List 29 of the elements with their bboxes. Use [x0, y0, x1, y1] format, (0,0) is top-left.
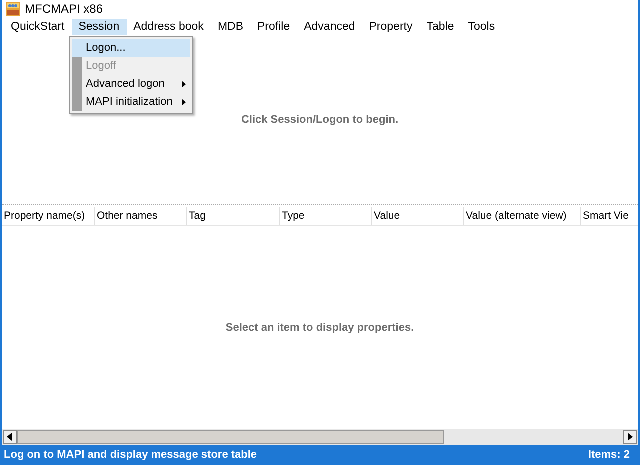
- menu-item[interactable]: MDB: [210, 19, 250, 35]
- column-header[interactable]: Tag: [187, 207, 280, 225]
- column-header[interactable]: Other names: [95, 207, 187, 225]
- menu-item[interactable]: Table: [420, 19, 462, 35]
- empty-message: Click Session/Logon to begin.: [241, 114, 399, 126]
- menu-item[interactable]: Profile: [250, 19, 298, 35]
- horizontal-scrollbar[interactable]: [2, 429, 638, 445]
- menu-item[interactable]: Address book: [126, 19, 211, 35]
- menu-item[interactable]: Advanced: [297, 19, 362, 35]
- item-count: Items: 2: [588, 449, 630, 461]
- menu-option[interactable]: Logon...: [72, 39, 190, 57]
- submenu-arrow-icon: [182, 80, 186, 88]
- column-header[interactable]: Smart Vie: [581, 207, 638, 225]
- window-title: MFCMAPI x86: [25, 2, 104, 16]
- submenu-arrow-icon: [182, 98, 186, 106]
- menu-item[interactable]: Session: [72, 19, 127, 35]
- column-header[interactable]: Value (alternate view): [464, 207, 581, 225]
- menu-item[interactable]: Tools: [461, 19, 502, 35]
- column-header[interactable]: Property name(s): [2, 207, 95, 225]
- scroll-thumb[interactable]: [17, 430, 444, 444]
- scroll-right-icon[interactable]: [623, 430, 637, 444]
- column-header[interactable]: Value: [372, 207, 464, 225]
- column-header[interactable]: Type: [280, 207, 372, 225]
- empty-message: Select an item to display properties.: [226, 322, 414, 334]
- scroll-left-icon[interactable]: [3, 430, 17, 444]
- app-icon: [6, 2, 20, 16]
- menu-item[interactable]: QuickStart: [4, 19, 72, 35]
- status-text: Log on to MAPI and display message store table: [4, 449, 258, 461]
- menu-item[interactable]: Property: [362, 19, 420, 35]
